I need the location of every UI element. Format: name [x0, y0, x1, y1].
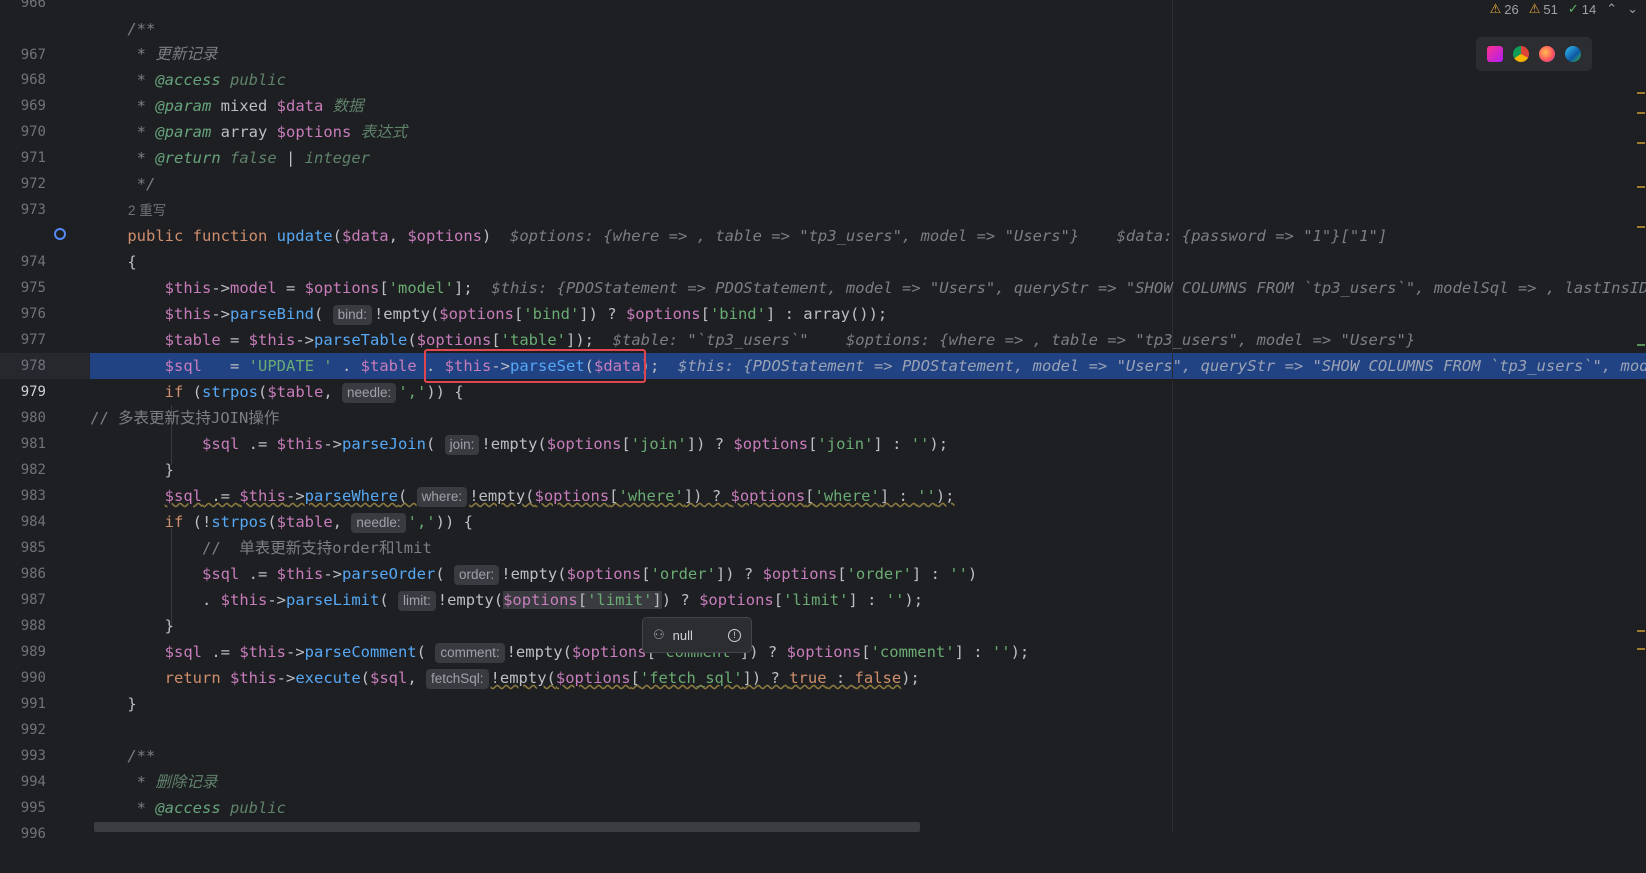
code-line[interactable]: 981 // 多表更新支持JOIN操作	[0, 405, 1556, 452]
error-stripe[interactable]	[1636, 0, 1646, 832]
code-line[interactable]: 989 }	[0, 613, 1556, 660]
code-line[interactable]: 978 $table = $this->parseTable($options[…	[0, 327, 1556, 374]
code-line[interactable]: 973 */	[0, 171, 1556, 218]
code-line[interactable]: 987 $sql .= $this->parseOrder( order: !em…	[0, 561, 1556, 608]
highlight-box	[424, 349, 646, 383]
code-line[interactable]: 996 * @access public	[0, 795, 1556, 842]
code-line[interactable]: 993	[0, 717, 1556, 764]
code-line[interactable]: 971 * @param array $options 表达式	[0, 119, 1556, 166]
horizontal-scrollbar[interactable]	[94, 822, 920, 832]
code-line[interactable]: 983 }	[0, 457, 1556, 504]
code-line[interactable]: 975 {	[0, 249, 1556, 296]
code-line[interactable]: 967 /**	[0, 16, 1556, 63]
code-line[interactable]: 968 * 更新记录	[0, 41, 1556, 88]
code-line[interactable]: 966	[0, 0, 1556, 16]
debug-value-popup[interactable]: ⚇ null !	[642, 617, 752, 653]
code-line[interactable]: 985 if (!strpos($table, needle: ',')) {	[0, 509, 1556, 556]
popup-value: null	[672, 627, 693, 643]
code-line[interactable]: 988 . $this->parseLimit( limit: !empty($o…	[0, 587, 1556, 634]
override-gutter-icon[interactable]	[54, 228, 66, 240]
code-line[interactable]: 995 * 删除记录	[0, 769, 1556, 816]
code-line[interactable]: 991 return $this->execute($sql, fetchSql…	[0, 665, 1556, 712]
code-line-current[interactable]: 979 $sql = 'UPDATE ' . $table . $this->p…	[0, 353, 1646, 400]
code-line[interactable]: 970 * @param mixed $data 数据	[0, 93, 1556, 140]
code-line[interactable]: 994 /**	[0, 743, 1556, 790]
variable-icon: ⚇	[653, 627, 665, 642]
code-line[interactable]: 976 $this->model = $options['model']; $t…	[0, 275, 1646, 322]
code-line[interactable]: 969 * @access public	[0, 67, 1556, 114]
code-line[interactable]: 992 }	[0, 691, 1556, 738]
code-line[interactable]: 974 public function update($data, $optio…	[0, 223, 1556, 270]
code-line[interactable]: 977 $this->parseBind( bind: !empty($optio…	[0, 301, 1556, 348]
code-line[interactable]: 986 // 单表更新支持order和lmit	[0, 535, 1556, 582]
info-icon[interactable]: !	[728, 628, 741, 642]
code-line[interactable]: 990 $sql .= $this->parseComment( comment…	[0, 639, 1556, 686]
overrides-hint[interactable]: 2 重写	[0, 197, 1556, 223]
code-line[interactable]: 980 if (strpos($table, needle: ',')) {	[0, 379, 1556, 426]
code-line[interactable]: 984 $sql .= $this->parseWhere( where: !em…	[0, 483, 1556, 530]
code-line[interactable]: 982 $sql .= $this->parseJoin( join: !empt…	[0, 431, 1556, 478]
code-line[interactable]: 972 * @return false | integer	[0, 145, 1556, 192]
